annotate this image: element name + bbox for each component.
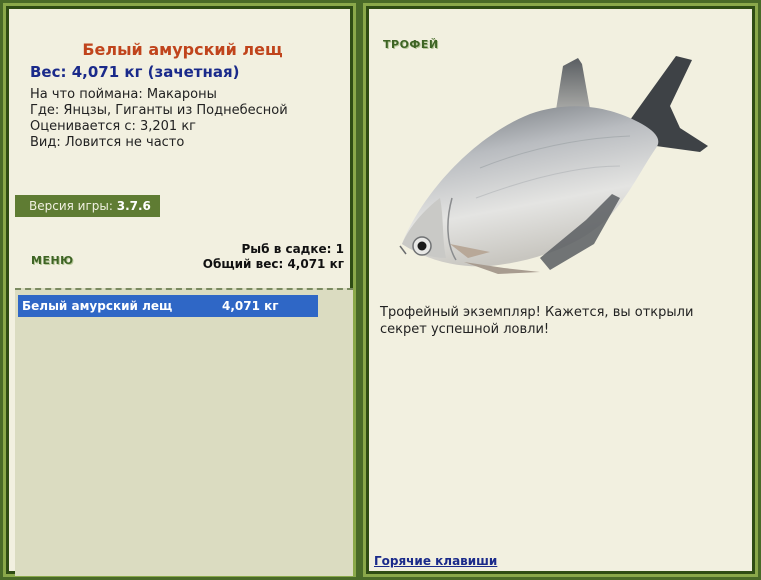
fish-info-panel: Белый амурский лещ Вес: 4,071 кг (зачетн… [3, 3, 356, 577]
value-info: Оценивается с: 3,201 кг [30, 119, 197, 134]
trophy-panel: ТРОФЕЙ Трофейный экземпляр! Кажется, вы … [363, 3, 758, 577]
bream-fish-image [399, 56, 708, 274]
location-info: Где: Янцзы, Гиганты из Поднебесной [30, 103, 288, 118]
bait-info: На что поймана: Макароны [30, 87, 217, 102]
total-weight: Общий вес: 4,071 кг [202, 257, 344, 271]
rarity-info: Вид: Ловится не часто [30, 135, 185, 150]
cage-row-selected[interactable]: Белый амурский лещ 4,071 кг [18, 295, 318, 317]
hotkeys-link[interactable]: Горячие клавиши [374, 554, 497, 568]
version-value: 3.7.6 [116, 199, 151, 213]
fish-pupil [417, 241, 427, 251]
fish-weight: Вес: 4,071 кг (зачетная) [30, 63, 240, 81]
cage-fish-name: Белый амурский лещ [22, 299, 173, 313]
version-label: Версия игры: [29, 199, 117, 213]
fish-cage-list: Белый амурский лещ 4,071 кг [15, 288, 353, 576]
fish-count: Рыб в садке: 1 [241, 242, 345, 256]
cage-fish-weight: 4,071 кг [222, 299, 279, 313]
menu-button[interactable]: МЕНЮ [31, 254, 74, 267]
fish-title: Белый амурский лещ [82, 40, 283, 59]
fish-mouth [399, 245, 407, 255]
trophy-description: Трофейный экземпляр! Кажется, вы открыли… [380, 305, 694, 337]
game-version: Версия игры: 3.7.6 [15, 195, 160, 217]
